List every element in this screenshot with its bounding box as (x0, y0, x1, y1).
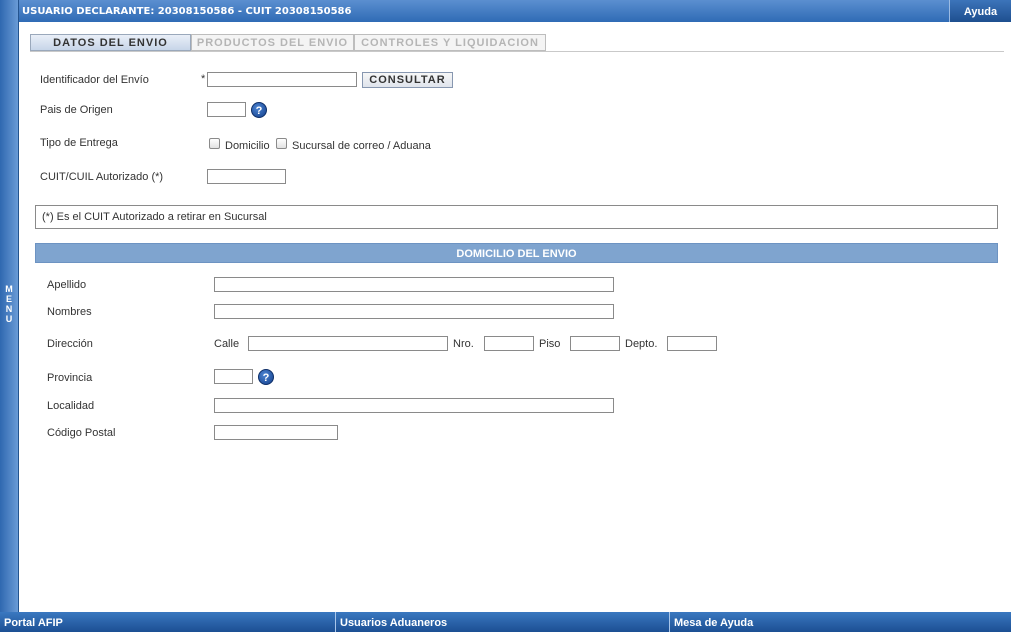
depto-label: Depto. (625, 338, 658, 350)
user-declarant-info: USUARIO DECLARANTE: 20308150586 - CUIT 2… (22, 6, 352, 17)
nombres-input[interactable] (214, 304, 614, 319)
tab-controles-y-liquidacion[interactable]: CONTROLES Y LIQUIDACION (354, 34, 546, 51)
pais-origen-input[interactable] (207, 102, 246, 117)
codigo-postal-input[interactable] (214, 425, 338, 440)
pais-origen-label: Pais de Origen (40, 104, 113, 116)
direccion-label: Dirección (47, 338, 93, 350)
identificador-label: Identificador del Envío (40, 74, 149, 86)
portal-afip-link[interactable]: Portal AFIP (0, 612, 63, 632)
apellido-input[interactable] (214, 277, 614, 292)
piso-label: Piso (539, 338, 561, 350)
depto-input[interactable] (667, 336, 717, 351)
sucursal-checkbox[interactable] (276, 138, 287, 149)
domicilio-option-label: Domicilio (225, 140, 270, 152)
usuarios-aduaneros-link[interactable]: Usuarios Aduaneros (336, 612, 447, 632)
tab-productos-del-envio[interactable]: PRODUCTOS DEL ENVIO (191, 34, 354, 51)
nro-label: Nro. (453, 338, 474, 350)
nro-input[interactable] (484, 336, 534, 351)
domicilio-section-header: DOMICILIO DEL ENVIO (35, 243, 998, 263)
piso-input[interactable] (570, 336, 620, 351)
localidad-input[interactable] (214, 398, 614, 413)
help-icon[interactable]: ? (258, 369, 274, 385)
help-icon[interactable]: ? (251, 102, 267, 118)
provincia-input[interactable] (214, 369, 253, 384)
mesa-de-ayuda-link[interactable]: Mesa de Ayuda (670, 612, 753, 632)
side-menu-label: MENU (5, 284, 13, 324)
identificador-input[interactable] (207, 72, 357, 87)
calle-input[interactable] (248, 336, 448, 351)
cuit-autorizado-label: CUIT/CUIL Autorizado (*) (40, 171, 164, 183)
top-bar: USUARIO DECLARANTE: 20308150586 - CUIT 2… (0, 0, 1011, 22)
tab-datos-del-envio[interactable]: DATOS DEL ENVIO (30, 34, 191, 51)
consultar-button[interactable]: CONSULTAR (362, 72, 453, 88)
codigo-postal-label: Código Postal (47, 427, 116, 439)
cuit-note: (*) Es el CUIT Autorizado a retirar en S… (35, 205, 998, 229)
sucursal-option-label: Sucursal de correo / Aduana (292, 140, 431, 152)
apellido-label: Apellido (47, 279, 87, 291)
required-mark: * (201, 73, 206, 85)
side-menu-toggle[interactable]: MENU (0, 0, 19, 612)
tipo-entrega-label: Tipo de Entrega (40, 137, 118, 149)
nombres-label: Nombres (47, 306, 92, 318)
cuit-autorizado-input[interactable] (207, 169, 286, 184)
calle-label: Calle (214, 338, 240, 350)
provincia-label: Provincia (47, 372, 93, 384)
localidad-label: Localidad (47, 400, 95, 412)
footer-bar: Portal AFIP Usuarios Aduaneros Mesa de A… (0, 612, 1011, 632)
help-link[interactable]: Ayuda (949, 0, 1011, 22)
domicilio-checkbox[interactable] (209, 138, 220, 149)
tab-divider (30, 51, 1004, 52)
